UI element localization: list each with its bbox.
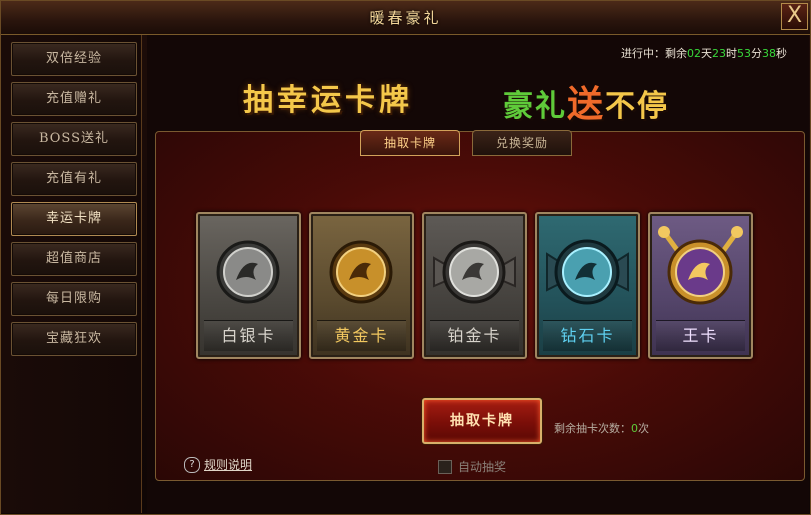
content-area: 进行中：剩余02天23时53分38秒 抽幸运卡牌 豪礼送不停 抽取卡牌 兑换奖励… bbox=[147, 35, 809, 513]
card-panel: 抽取卡牌 兑换奖励 白银卡 黄金卡 铂金卡 钻石卡 王卡 抽取卡牌 剩余抽卡次数… bbox=[155, 130, 805, 481]
sidebar-item-recharge-reward[interactable]: 充值有礼 bbox=[11, 162, 137, 196]
rules-link[interactable]: ? 规则说明 bbox=[184, 456, 252, 473]
card-label: 铂金卡 bbox=[430, 320, 519, 351]
sidebar-item-boss-gift[interactable]: BOSS送礼 bbox=[11, 122, 137, 156]
platinum-medallion-icon bbox=[433, 240, 516, 304]
sidebar-item-daily-limit[interactable]: 每日限购 bbox=[11, 282, 137, 316]
sidebar: 双倍经验 充值赠礼 BOSS送礼 充值有礼 幸运卡牌 超值商店 每日限购 宝藏狂… bbox=[1, 35, 142, 513]
card-gold[interactable]: 黄金卡 bbox=[309, 212, 414, 359]
card-label: 钻石卡 bbox=[543, 320, 632, 351]
sidebar-item-value-shop[interactable]: 超值商店 bbox=[11, 242, 137, 276]
sidebar-item-double-exp[interactable]: 双倍经验 bbox=[11, 42, 137, 76]
diamond-medallion-icon bbox=[546, 239, 629, 305]
countdown-timer: 进行中：剩余02天23时53分38秒 bbox=[621, 47, 787, 60]
sidebar-item-recharge-gift[interactable]: 充值赠礼 bbox=[11, 82, 137, 116]
auto-draw-checkbox[interactable] bbox=[438, 459, 452, 474]
title-bar: 暖春豪礼 X bbox=[1, 1, 810, 35]
sidebar-item-treasure-carnival[interactable]: 宝藏狂欢 bbox=[11, 322, 137, 356]
draw-card-button[interactable]: 抽取卡牌 bbox=[422, 398, 542, 444]
card-silver[interactable]: 白银卡 bbox=[196, 212, 301, 359]
sidebar-item-lucky-cards[interactable]: 幸运卡牌 bbox=[11, 202, 137, 236]
silver-medallion-icon bbox=[216, 240, 280, 304]
event-window: 暖春豪礼 X 双倍经验 充值赠礼 BOSS送礼 充值有礼 幸运卡牌 超值商店 每… bbox=[0, 0, 811, 515]
question-circle-icon: ? bbox=[184, 456, 200, 473]
tab-exchange-rewards[interactable]: 兑换奖励 bbox=[472, 130, 572, 156]
king-medallion-icon bbox=[658, 226, 743, 305]
card-king[interactable]: 王卡 bbox=[648, 212, 753, 359]
card-label: 白银卡 bbox=[204, 320, 293, 351]
close-button[interactable]: X bbox=[781, 3, 808, 30]
auto-draw-option[interactable]: 自动抽奖 bbox=[438, 458, 506, 475]
gold-medallion-icon bbox=[329, 240, 393, 304]
card-diamond[interactable]: 钻石卡 bbox=[535, 212, 640, 359]
remaining-draws: 剩余抽卡次数：0次 bbox=[554, 422, 649, 435]
rules-link-label: 规则说明 bbox=[204, 458, 253, 472]
tab-draw-cards[interactable]: 抽取卡牌 bbox=[360, 130, 460, 156]
auto-draw-label: 自动抽奖 bbox=[458, 460, 507, 474]
banner-slogan: 豪礼送不停 bbox=[503, 83, 670, 125]
card-label: 黄金卡 bbox=[317, 320, 406, 351]
window-title: 暖春豪礼 bbox=[369, 9, 442, 27]
card-platinum[interactable]: 铂金卡 bbox=[422, 212, 527, 359]
card-label: 王卡 bbox=[656, 320, 745, 351]
banner-title: 抽幸运卡牌 bbox=[243, 83, 413, 118]
